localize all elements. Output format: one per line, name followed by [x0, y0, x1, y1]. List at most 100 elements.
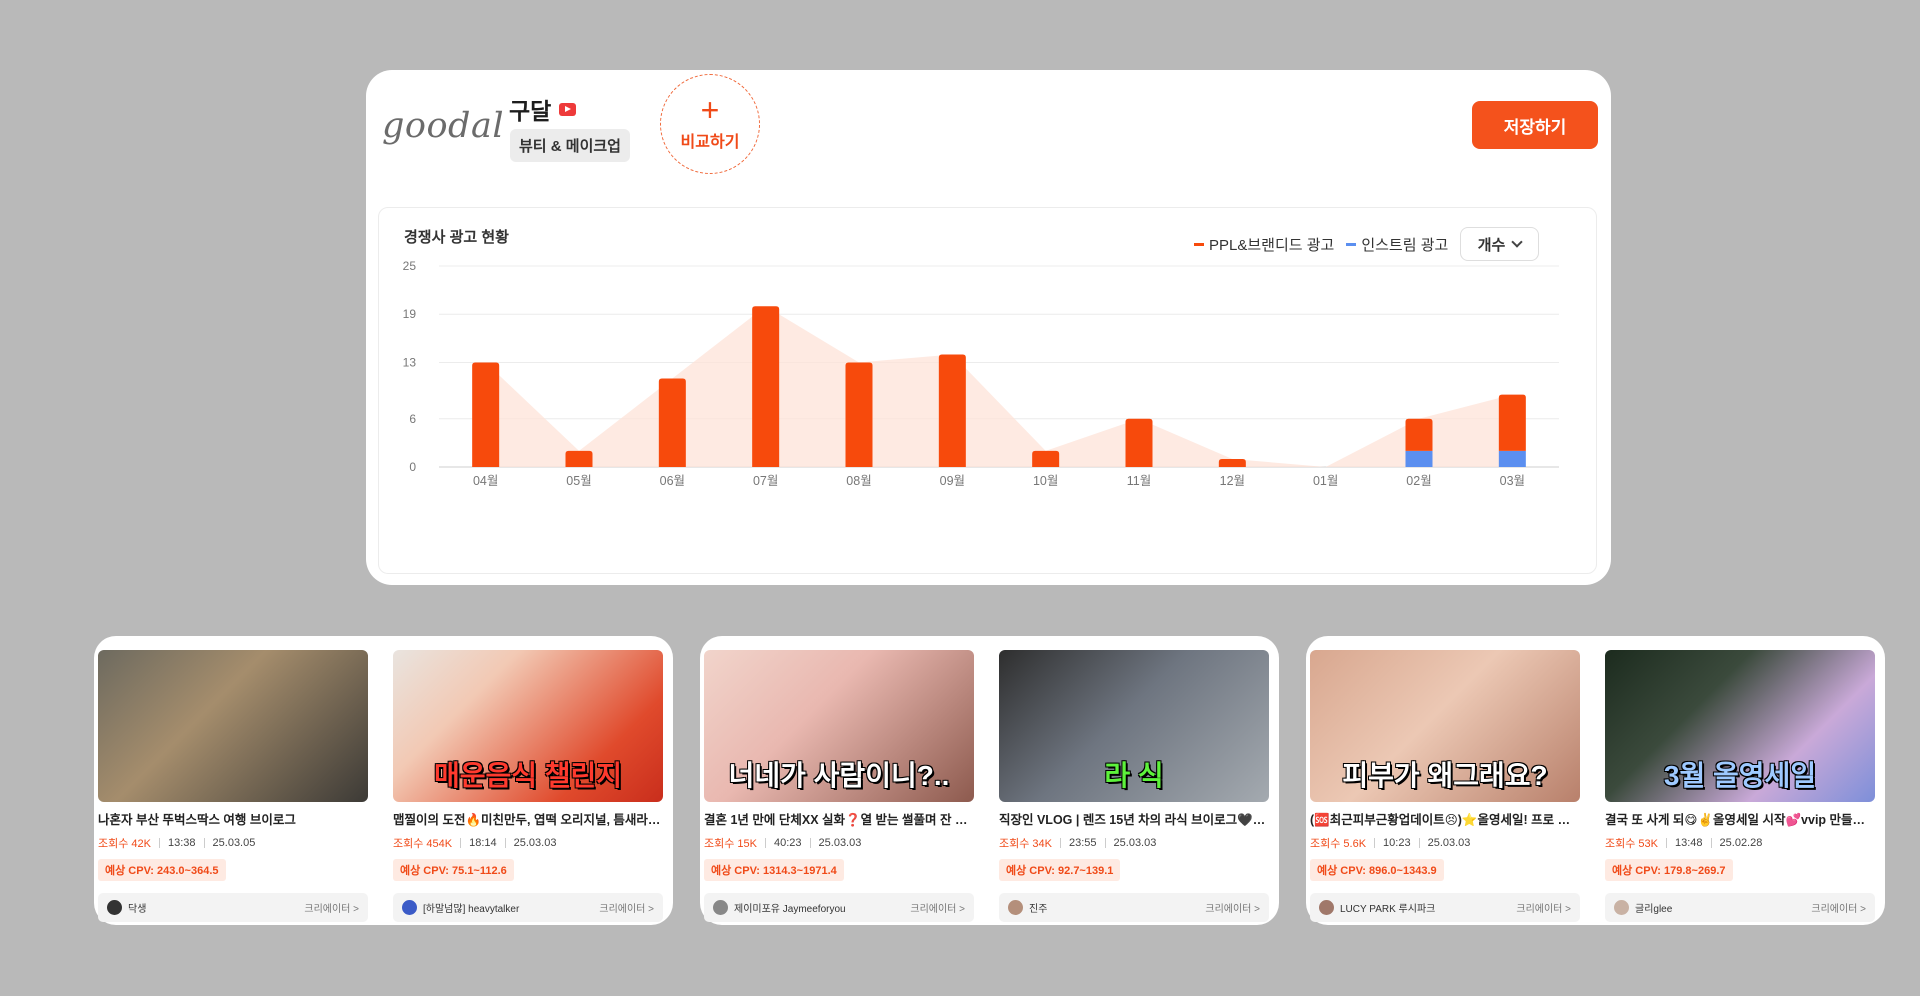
meta-divider: [765, 838, 766, 848]
creator-name: 진주: [1029, 904, 1048, 915]
creator-row[interactable]: LUCY PARK 루시파크 크리에이터 >: [1310, 893, 1580, 922]
meta-divider: [460, 838, 462, 848]
video-thumbnail[interactable]: 너네가 사람이니?..: [704, 650, 974, 802]
x-tick-label: 04월: [473, 474, 498, 488]
creator-name: 제이미포유 Jaymeeforyou: [734, 904, 846, 915]
video-meta: 조회수 42K 13:38 25.03.05: [98, 835, 368, 851]
creator-row[interactable]: 닥생 크리에이터 >: [98, 893, 368, 922]
meta-divider: [1104, 838, 1106, 848]
upload-date: 25.03.05: [212, 837, 256, 849]
creator-name: 닥생: [128, 904, 147, 915]
creator-row[interactable]: [하말넘많] heavytalker 크리에이터 >: [393, 893, 663, 922]
meta-divider: [159, 838, 160, 848]
bar-ppl[interactable]: [1032, 450, 1060, 467]
bar-ppl[interactable]: [1405, 418, 1433, 451]
video-group: 너네가 사람이니?.. 결혼 1년 만에 단체XX 실화❓열 받는 썰풀며 잔 …: [700, 636, 1279, 925]
unit-select[interactable]: 개수: [1460, 227, 1539, 261]
thumbnail-caption: 피부가 왜그래요?: [1342, 760, 1548, 791]
bar-instream[interactable]: [1498, 450, 1526, 467]
video-meta: 조회수 15K 40:23 25.03.03: [704, 835, 974, 851]
creator-link[interactable]: 크리에이터 >: [304, 900, 359, 915]
legend-swatch-instream: [1346, 243, 1357, 246]
upload-date: 25.03.03: [1113, 837, 1157, 849]
creator-link[interactable]: 크리에이터 >: [1811, 900, 1866, 915]
cpv-badge: 예상 CPV: 92.7~139.1: [999, 859, 1121, 881]
chart-legend: PPL&브랜디드 광고 인스트림 광고: [1194, 234, 1448, 255]
brand-panel: goodal 구달 뷰티 & 메이크업 + 비교하기 저장하기 0 6 13 19 25…: [366, 70, 1611, 585]
meta-divider: [1374, 838, 1376, 848]
video-card[interactable]: 피부가 왜그래요? (🆘최근피부근황업데이트😣)⭐올영세일! 프로 민감... …: [1310, 650, 1580, 922]
brand-name-label: 구달: [509, 98, 552, 124]
video-card[interactable]: 너네가 사람이니?.. 결혼 1년 만에 단체XX 실화❓열 받는 썰풀며 잔 …: [704, 650, 974, 922]
bar-ppl[interactable]: [938, 354, 966, 467]
x-tick-label: 01월: [1313, 474, 1338, 488]
y-tick-label: 19: [403, 307, 417, 321]
y-tick-label: 6: [409, 412, 416, 426]
video-card[interactable]: 3월 올영세일 결국 또 사게 되😋✌️올영세일 시작💕vvip 만들어준 ..…: [1605, 650, 1875, 922]
creator-row[interactable]: 제이미포유 Jaymeeforyou 크리에이터 >: [704, 893, 974, 922]
video-card[interactable]: 라 식 직장인 VLOG | 렌즈 15년 차의 라식 브이로그🖤🖤 | 수..…: [999, 650, 1269, 922]
y-tick-label: 0: [409, 460, 416, 474]
bar-ppl[interactable]: [845, 362, 873, 467]
chart-canvas: 0 6 13 19 25 04월 05월 06월 07월 08월 09월 10월 11월 12월 01월 02…: [403, 259, 1559, 488]
legend-swatch-ppl: [1194, 243, 1204, 246]
unit-select-label: 개수: [1477, 236, 1506, 254]
video-meta: 조회수 34K 23:55 25.03.03: [999, 835, 1269, 851]
video-title[interactable]: 맵찔이의 도전🔥미친만두, 엽떡 오리지널, 틈새라면 빨...: [393, 809, 663, 828]
bar-instream[interactable]: [1405, 450, 1433, 467]
cpv-badge: 예상 CPV: 1314.3~1971.4: [704, 859, 844, 881]
bar-ppl[interactable]: [658, 378, 686, 467]
creator-name: LUCY PARK 루시파크: [1340, 904, 1436, 915]
video-title[interactable]: 직장인 VLOG | 렌즈 15년 차의 라식 브이로그🖤🖤 | 수...: [999, 809, 1269, 828]
video-meta: 조회수 454K 18:14 25.03.03: [393, 835, 663, 851]
bar-ppl[interactable]: [1125, 418, 1153, 467]
video-card[interactable]: 매운음식 챌린지 맵찔이의 도전🔥미친만두, 엽떡 오리지널, 틈새라면 빨..…: [393, 650, 663, 922]
bar-ppl[interactable]: [565, 450, 593, 467]
creator-link[interactable]: 크리에이터 >: [910, 900, 965, 915]
compare-label: 비교하기: [680, 134, 740, 151]
creator-link[interactable]: 크리에이터 >: [1516, 900, 1571, 915]
y-tick-label: 25: [403, 259, 417, 273]
x-tick-label: 03월: [1500, 474, 1525, 488]
bar-ppl[interactable]: [1498, 394, 1526, 451]
video-thumbnail[interactable]: 매운음식 챌린지: [393, 650, 663, 802]
x-tick-label: 02월: [1406, 474, 1431, 488]
upload-date: 25.02.28: [1719, 837, 1763, 849]
video-thumbnail[interactable]: 피부가 왜그래요?: [1310, 650, 1580, 802]
youtube-icon: [559, 102, 577, 116]
video-thumbnail[interactable]: 3월 올영세일: [1605, 650, 1875, 802]
x-tick-label: 09월: [940, 474, 965, 488]
category-badge: 뷰티 & 메이크업: [510, 129, 630, 162]
video-thumbnail[interactable]: [98, 650, 368, 802]
video-title[interactable]: (🆘최근피부근황업데이트😣)⭐올영세일! 프로 민감...: [1310, 809, 1580, 828]
bar-ppl[interactable]: [752, 306, 780, 467]
brand-name: 구달: [509, 92, 577, 126]
total-area: [485, 306, 1513, 467]
video-group: 나혼자 부산 뚜벅스딱스 여행 브이로그 조회수 42K 13:38 25.03…: [94, 636, 673, 925]
video-title[interactable]: 결국 또 사게 되😋✌️올영세일 시작💕vvip 만들어준 ...: [1605, 809, 1875, 828]
x-tick-label: 11월: [1127, 474, 1151, 488]
creator-link[interactable]: 크리에이터 >: [1205, 900, 1260, 915]
meta-divider: [203, 838, 205, 848]
video-title[interactable]: 나혼자 부산 뚜벅스딱스 여행 브이로그: [98, 809, 368, 828]
meta-divider: [1418, 838, 1420, 848]
creator-row[interactable]: 글리glee 크리에이터 >: [1605, 893, 1875, 922]
save-button[interactable]: 저장하기: [1472, 101, 1598, 149]
creator-row[interactable]: 진주 크리에이터 >: [999, 893, 1269, 922]
creator-link[interactable]: 크리에이터 >: [599, 900, 654, 915]
video-card[interactable]: 나혼자 부산 뚜벅스딱스 여행 브이로그 조회수 42K 13:38 25.03…: [98, 650, 368, 922]
meta-divider: [809, 838, 811, 848]
brand-logo: goodal: [382, 106, 505, 146]
thumbnail-caption: 3월 올영세일: [1663, 760, 1817, 791]
video-thumbnail[interactable]: 라 식: [999, 650, 1269, 802]
video-title[interactable]: 결혼 1년 만에 단체XX 실화❓열 받는 썰풀며 잔 준비하...: [704, 809, 974, 828]
compare-button[interactable]: + 비교하기: [660, 74, 760, 174]
bar-ppl[interactable]: [1218, 458, 1246, 467]
legend-label-ppl: PPL&브랜디드 광고: [1209, 237, 1335, 254]
creator-avatar: [107, 900, 122, 915]
meta-divider: [1060, 838, 1061, 848]
bar-ppl[interactable]: [472, 362, 500, 467]
meta-divider: [504, 838, 506, 848]
video-meta: 조회수 53K 13:48 25.02.28: [1605, 835, 1875, 851]
video-duration: 13:38: [168, 837, 196, 849]
